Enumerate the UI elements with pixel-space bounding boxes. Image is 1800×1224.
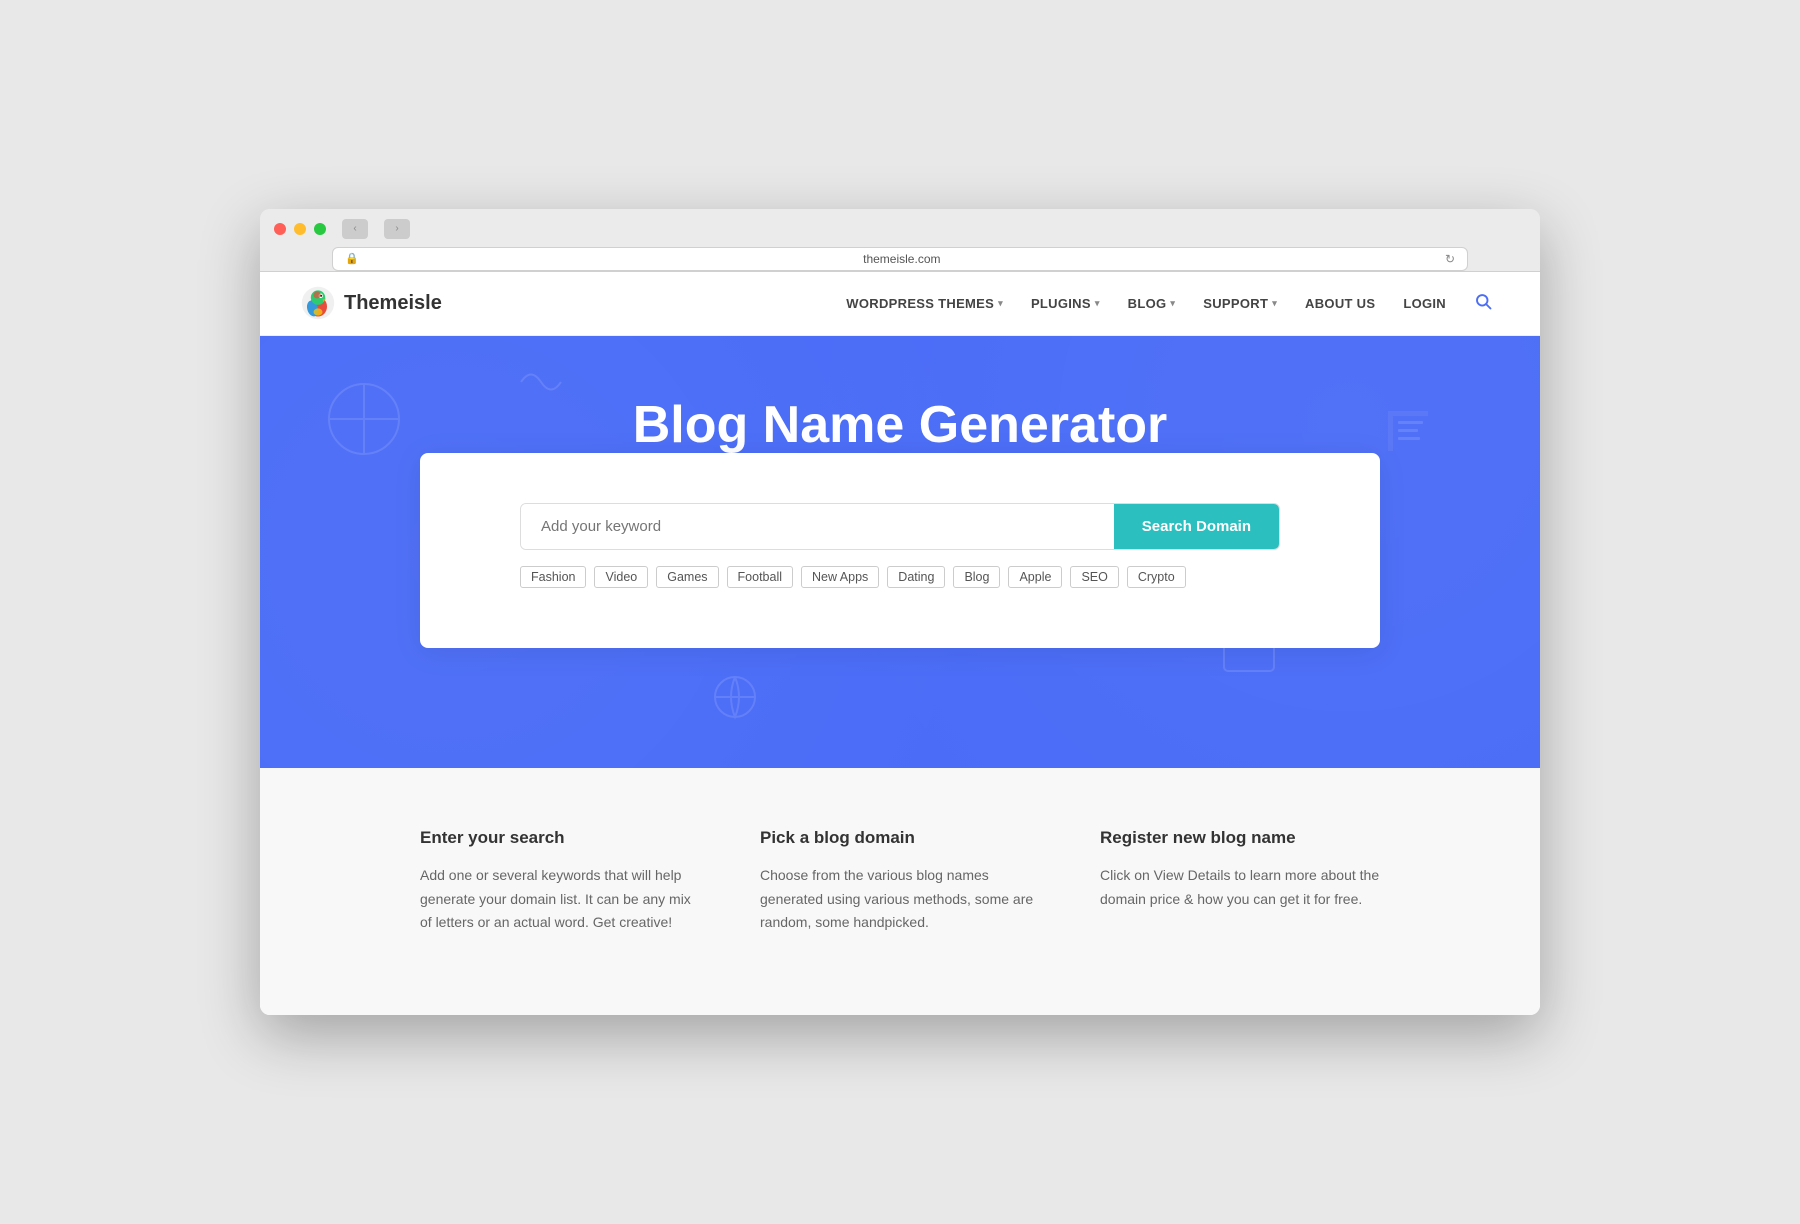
nav-about-us[interactable]: ABOUT US [1293, 288, 1387, 319]
browser-chrome: ‹ › 🔒 themeisle.com ↻ [260, 209, 1540, 272]
close-button[interactable] [274, 223, 286, 235]
info-column: Pick a blog domain Choose from the vario… [760, 828, 1040, 935]
nav-plugins[interactable]: PLUGINS ▾ [1019, 288, 1112, 319]
search-card: Search Domain Fashion Video Games Football N… [420, 453, 1380, 648]
search-icon [1474, 292, 1492, 310]
nav-links: WORDPRESS THEMES ▾ PLUGINS ▾ BLOG ▾ [834, 288, 1458, 319]
info-grid: Enter your search Add one or several key… [420, 828, 1380, 935]
site-navigation: Themeisle WORDPRESS THEMES ▾ PLUGINS ▾ [260, 272, 1540, 336]
info-section: Enter your search Add one or several key… [260, 768, 1540, 1015]
nav-login[interactable]: LOGIN [1391, 288, 1458, 319]
chevron-down-icon: ▾ [1170, 298, 1175, 309]
website-page: Themeisle WORDPRESS THEMES ▾ PLUGINS ▾ [260, 272, 1540, 1015]
tag-item[interactable]: Football [727, 566, 793, 588]
minimize-button[interactable] [294, 223, 306, 235]
info-column: Register new blog name Click on View Det… [1100, 828, 1380, 935]
lock-icon: 🔒 [345, 252, 359, 265]
info-column: Enter your search Add one or several key… [420, 828, 700, 935]
nav-support[interactable]: SUPPORT ▾ [1191, 288, 1289, 319]
tag-item[interactable]: New Apps [801, 566, 879, 588]
logo-link[interactable]: Themeisle [300, 285, 442, 321]
nav-wordpress-themes[interactable]: WORDPRESS THEMES ▾ [834, 288, 1015, 319]
nav-blog[interactable]: BLOG ▾ [1116, 288, 1188, 319]
tag-item[interactable]: SEO [1070, 566, 1118, 588]
back-button[interactable]: ‹ [342, 219, 368, 239]
search-row: Search Domain [520, 503, 1280, 550]
info-col-body: Choose from the various blog names gener… [760, 864, 1040, 935]
url-text: themeisle.com [365, 252, 1439, 266]
info-col-title: Pick a blog domain [760, 828, 1040, 848]
tag-list: Fashion Video Games Football New Apps Dating B… [520, 566, 1280, 588]
logo-icon [300, 285, 336, 321]
hero-title: Blog Name Generator [280, 396, 1520, 456]
search-input[interactable] [521, 504, 1114, 549]
info-col-body: Click on View Details to learn more abou… [1100, 864, 1380, 912]
tag-item[interactable]: Fashion [520, 566, 586, 588]
logo-text: Themeisle [344, 292, 442, 315]
info-col-title: Enter your search [420, 828, 700, 848]
browser-window: ‹ › 🔒 themeisle.com ↻ [260, 209, 1540, 1015]
address-bar[interactable]: 🔒 themeisle.com ↻ [332, 247, 1468, 271]
tag-item[interactable]: Games [656, 566, 718, 588]
maximize-button[interactable] [314, 223, 326, 235]
tag-item[interactable]: Crypto [1127, 566, 1186, 588]
tag-item[interactable]: Video [594, 566, 648, 588]
info-col-title: Register new blog name [1100, 828, 1380, 848]
forward-button[interactable]: › [384, 219, 410, 239]
info-col-body: Add one or several keywords that will he… [420, 864, 700, 935]
tag-item[interactable]: Apple [1008, 566, 1062, 588]
hero-section: Blog Name Generator Instant domain name … [260, 336, 1540, 768]
reload-icon[interactable]: ↻ [1445, 252, 1455, 266]
chevron-down-icon: ▾ [1095, 298, 1100, 309]
chevron-down-icon: ▾ [1272, 298, 1277, 309]
tag-item[interactable]: Blog [953, 566, 1000, 588]
chevron-down-icon: ▾ [998, 298, 1003, 309]
tag-item[interactable]: Dating [887, 566, 945, 588]
search-toggle-button[interactable] [1466, 284, 1500, 323]
search-domain-button[interactable]: Search Domain [1114, 504, 1279, 549]
